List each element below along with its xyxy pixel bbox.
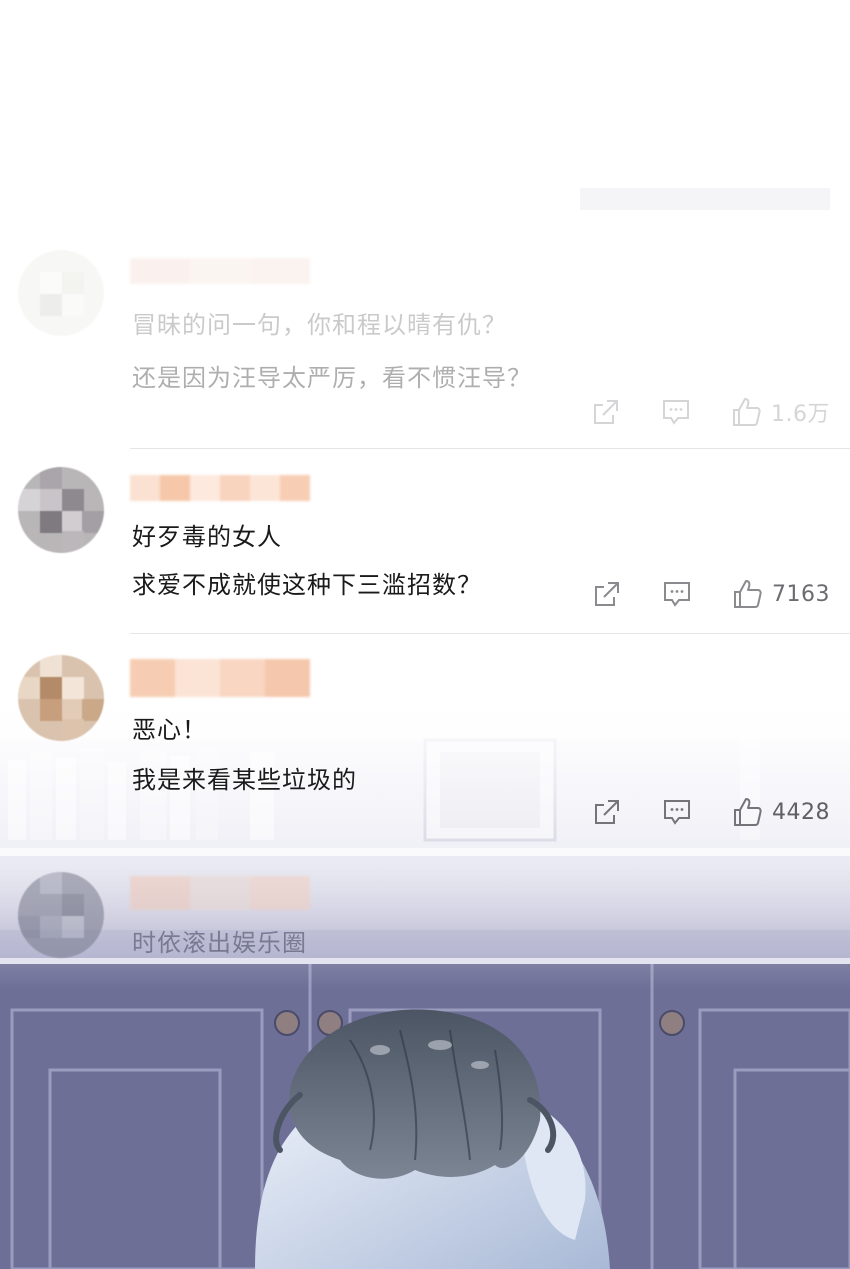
comment-icon xyxy=(663,400,689,425)
thumbs-up-icon xyxy=(734,798,762,826)
share-icon xyxy=(595,582,619,606)
comment-actions: 1.6万 xyxy=(591,395,830,429)
share-icon xyxy=(595,800,619,824)
share-button[interactable] xyxy=(592,797,622,827)
comment-text-line: 恶心！ xyxy=(132,716,207,744)
username-pixelated[interactable] xyxy=(130,258,310,284)
comment-text-line: 还是因为汪导太严厉，看不惯汪导？ xyxy=(132,364,532,392)
username-pixelated[interactable] xyxy=(130,475,310,501)
comment-card: 好歹毒的女人 求爱不成就使这种下三滥招数？ 7163 xyxy=(0,467,850,637)
like-count: 7163 xyxy=(772,581,830,607)
avatar[interactable] xyxy=(18,872,104,958)
like-count: 4428 xyxy=(772,799,830,825)
like-button[interactable]: 1.6万 xyxy=(731,396,830,428)
avatar[interactable] xyxy=(18,250,104,336)
comment-actions: 4428 xyxy=(592,795,830,829)
comment-card: 时依滚出娱乐圈 xyxy=(0,872,850,962)
username-pixelated[interactable] xyxy=(130,659,310,697)
thumbs-up-icon xyxy=(733,398,761,426)
username-pixelated[interactable] xyxy=(130,876,310,910)
comment-card: 冒昧的问一句，你和程以晴有仇？ 还是因为汪导太严厉，看不惯汪导？ 1.6万 xyxy=(0,250,850,450)
comment-text-line: 求爱不成就使这种下三滥招数？ xyxy=(132,571,482,599)
comment-text-line: 冒昧的问一句，你和程以晴有仇？ xyxy=(132,311,507,339)
like-button[interactable]: 7163 xyxy=(732,578,830,610)
comment-icon xyxy=(664,800,690,825)
comment-icon xyxy=(664,582,690,607)
avatar[interactable] xyxy=(18,655,104,741)
comment-text-line: 时依滚出娱乐圈 xyxy=(132,929,307,957)
comment-actions: 7163 xyxy=(592,577,830,611)
reply-button[interactable] xyxy=(661,397,691,427)
share-icon xyxy=(594,400,618,424)
reply-button[interactable] xyxy=(662,579,692,609)
share-button[interactable] xyxy=(591,397,621,427)
reply-button[interactable] xyxy=(662,797,692,827)
comment-text-line: 好歹毒的女人 xyxy=(132,523,282,551)
like-count: 1.6万 xyxy=(771,402,830,427)
comment-text-line: 我是来看某些垃圾的 xyxy=(132,766,357,794)
thumbs-up-icon xyxy=(734,580,762,608)
avatar[interactable] xyxy=(18,467,104,553)
share-button[interactable] xyxy=(592,579,622,609)
comment-card: 恶心！ 我是来看某些垃圾的 4428 xyxy=(0,655,850,845)
like-button[interactable]: 4428 xyxy=(732,796,830,828)
